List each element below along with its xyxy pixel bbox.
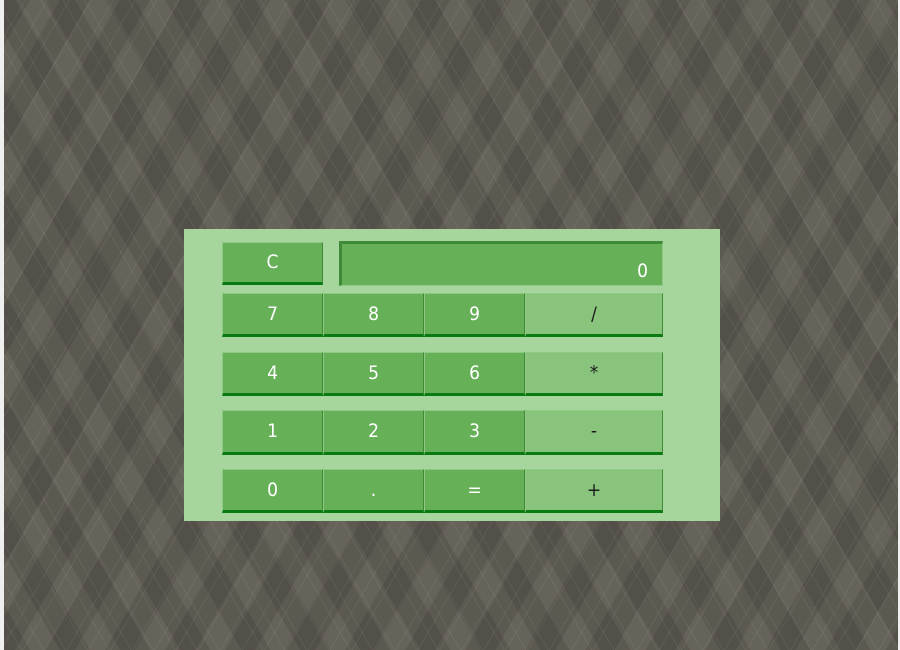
key-7-button[interactable]: 7 (222, 293, 323, 337)
key-1-button[interactable]: 1 (222, 410, 323, 455)
key-4-button[interactable]: 4 (222, 352, 323, 396)
add-button[interactable]: + (525, 469, 663, 513)
key-2-button[interactable]: 2 (323, 410, 424, 455)
key-8-button[interactable]: 8 (323, 293, 424, 337)
calculator-display: 0 (339, 241, 663, 286)
display-value: 0 (637, 260, 648, 282)
key-5-button[interactable]: 5 (323, 352, 424, 396)
multiply-button[interactable]: * (525, 352, 663, 396)
divide-button[interactable]: / (525, 293, 663, 337)
decimal-button[interactable]: . (323, 469, 424, 513)
clear-button[interactable]: C (222, 242, 323, 285)
key-0-button[interactable]: 0 (222, 469, 323, 513)
equals-button[interactable]: = (424, 469, 525, 513)
key-9-button[interactable]: 9 (424, 293, 525, 337)
key-6-button[interactable]: 6 (424, 352, 525, 396)
subtract-button[interactable]: - (525, 410, 663, 455)
key-3-button[interactable]: 3 (424, 410, 525, 455)
